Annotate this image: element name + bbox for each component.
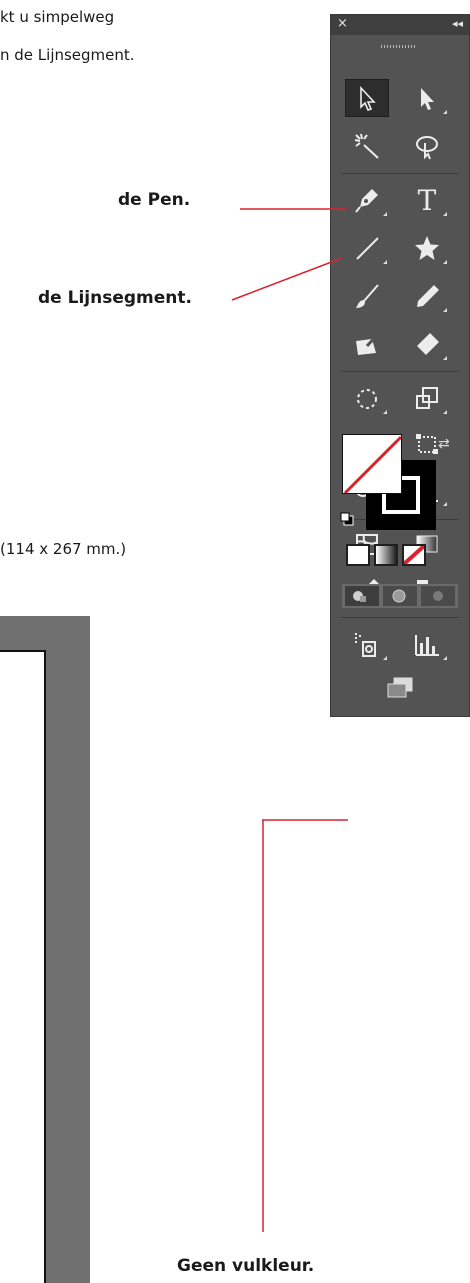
blend-tool[interactable]: [405, 571, 449, 609]
mesh-icon: [356, 534, 378, 555]
intro-text-line1: kt u simpelweg: [0, 8, 115, 26]
mesh-tool[interactable]: [345, 525, 389, 563]
blend-icon: [417, 580, 439, 602]
shape-builder-tool[interactable]: [345, 471, 389, 509]
pen-callout-label: de Pen.: [118, 190, 191, 210]
eyedropper-tool[interactable]: [345, 571, 389, 609]
panel-tools-lower: [330, 14, 470, 444]
no-fill-callout-label: Geen vulkleur.: [177, 1256, 315, 1276]
gradient-icon: [416, 535, 438, 553]
dimensions-text: (114 x 267 mm.): [0, 540, 127, 558]
symbol-sprayer-tool[interactable]: [345, 625, 389, 663]
gradient-tool[interactable]: [405, 525, 449, 563]
shape-builder-icon: [355, 481, 373, 503]
column-graph-icon: [415, 635, 439, 656]
eyedropper-icon: [356, 579, 379, 602]
line-segment-callout-label: de Lijnsegment.: [38, 288, 192, 308]
symbol-sprayer-icon: [355, 633, 376, 657]
panel-bottom: [330, 662, 470, 717]
perspective-grid-tool[interactable]: [405, 471, 449, 509]
line-segment-callout-line: [231, 257, 343, 301]
artboard: [0, 650, 46, 1283]
perspective-grid-icon: [417, 479, 438, 502]
change-screen-mode-icon[interactable]: [385, 676, 415, 700]
column-graph-tool[interactable]: [405, 625, 449, 663]
intro-text-line2: n de Lijnsegment.: [0, 46, 135, 64]
